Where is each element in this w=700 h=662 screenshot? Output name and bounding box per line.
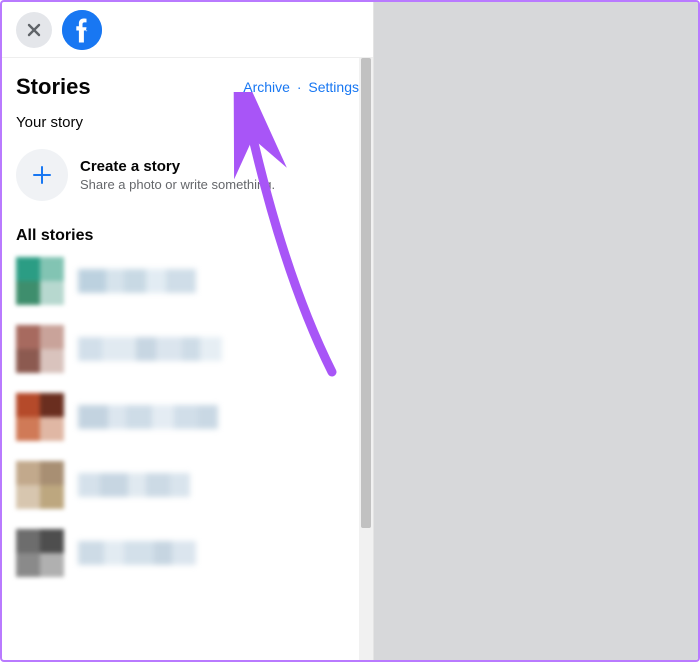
story-list (16, 257, 359, 577)
story-viewer-area (374, 2, 698, 660)
header-links: Archive · Settings (243, 79, 359, 95)
story-avatar (16, 461, 64, 509)
create-story-button[interactable]: Create a story Share a photo or write so… (16, 141, 359, 217)
stories-sidebar: Stories Archive · Settings Your story Cr… (2, 2, 374, 660)
close-icon (25, 21, 43, 39)
create-story-title: Create a story (80, 158, 275, 175)
facebook-icon (62, 10, 102, 50)
top-bar (2, 2, 373, 58)
story-avatar (16, 325, 64, 373)
separator-dot: · (290, 79, 308, 95)
story-name (78, 473, 190, 497)
create-story-subtitle: Share a photo or write something. (80, 177, 275, 192)
story-item[interactable] (16, 529, 359, 577)
plus-icon (16, 149, 68, 201)
page-title: Stories (16, 74, 91, 100)
archive-link[interactable]: Archive (243, 79, 290, 95)
story-name (78, 405, 218, 429)
stories-content: Stories Archive · Settings Your story Cr… (2, 58, 373, 660)
story-name (78, 541, 196, 565)
close-button[interactable] (16, 12, 52, 48)
scrollbar-thumb[interactable] (361, 58, 371, 528)
story-avatar (16, 257, 64, 305)
story-item[interactable] (16, 325, 359, 373)
story-item[interactable] (16, 257, 359, 305)
your-story-label: Your story (16, 114, 359, 131)
stories-header: Stories Archive · Settings (16, 74, 359, 100)
story-avatar (16, 393, 64, 441)
create-story-texts: Create a story Share a photo or write so… (80, 158, 275, 192)
settings-link[interactable]: Settings (308, 79, 359, 95)
all-stories-label: All stories (16, 227, 359, 245)
app-frame: Stories Archive · Settings Your story Cr… (0, 0, 700, 662)
story-name (78, 269, 196, 293)
story-item[interactable] (16, 393, 359, 441)
story-avatar (16, 529, 64, 577)
scrollbar-track[interactable] (359, 58, 373, 660)
facebook-logo[interactable] (62, 10, 102, 50)
story-item[interactable] (16, 461, 359, 509)
story-name (78, 337, 222, 361)
